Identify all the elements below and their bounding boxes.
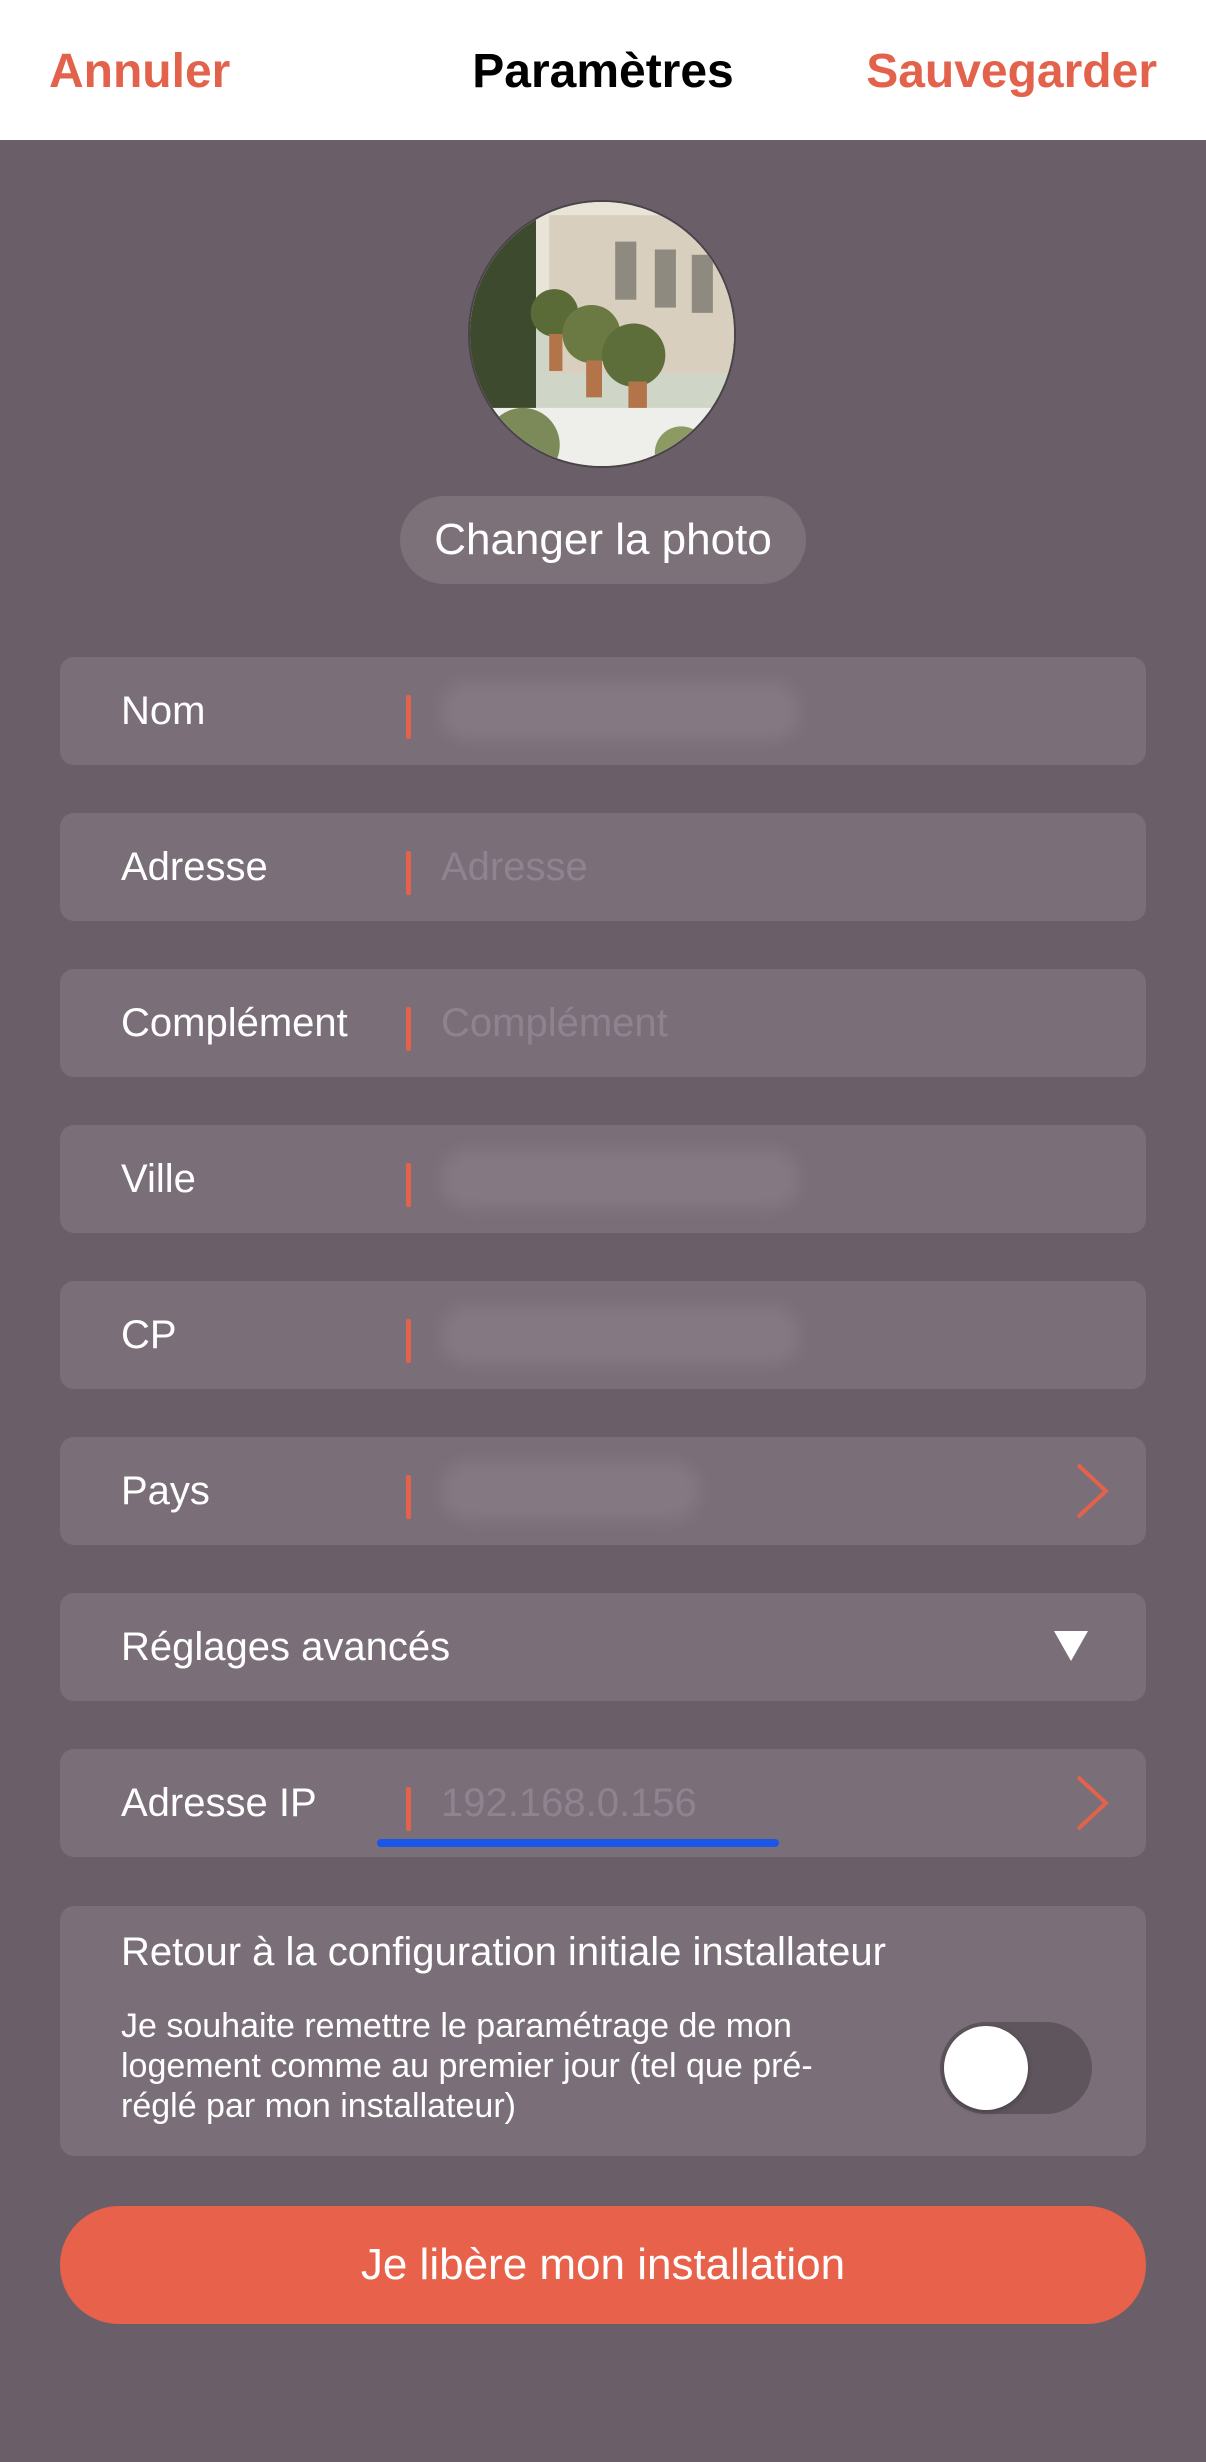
complement-label: Complément [121,1001,348,1045]
city-label: Ville [121,1157,196,1201]
cancel-button[interactable]: Annuler [49,44,230,99]
text-cursor [406,1475,411,1519]
chevron-right-icon[interactable] [1072,1461,1112,1521]
text-cursor [406,1787,411,1831]
release-installation-button[interactable]: Je libère mon installation [60,2206,1146,2324]
top-navigation-bar: Annuler Paramètres Sauvegarder [0,0,1206,140]
home-photo[interactable] [468,200,736,468]
postal-code-field[interactable]: CP [60,1281,1146,1389]
redacted-value [440,1149,800,1209]
advanced-settings-label: Réglages avancés [121,1625,451,1669]
country-label: Pays [121,1469,210,1513]
reset-config-description: Je souhaite remettre le paramétrage de m… [121,2007,813,2125]
reset-config-card: Retour à la configuration initiale insta… [60,1906,1146,2156]
city-field[interactable]: Ville [60,1125,1146,1233]
address-field[interactable]: Adresse Adresse [60,813,1146,921]
save-button[interactable]: Sauvegarder [866,44,1157,99]
country-field[interactable]: Pays [60,1437,1146,1545]
name-label: Nom [121,689,206,733]
focus-underline [377,1839,779,1847]
toggle-knob [944,2026,1028,2110]
redacted-value [440,1305,800,1365]
reset-config-toggle[interactable] [940,2022,1092,2114]
text-cursor [406,851,411,895]
postal-code-label: CP [121,1313,177,1357]
advanced-settings-row[interactable]: Réglages avancés [60,1593,1146,1701]
ip-address-label: Adresse IP [121,1781,317,1825]
redacted-value [440,681,800,741]
text-cursor [406,1319,411,1363]
reset-config-title: Retour à la configuration initiale insta… [121,1930,886,1974]
address-label: Adresse [121,845,268,889]
complement-input[interactable]: Complément [441,969,668,1077]
complement-field[interactable]: Complément Complément [60,969,1146,1077]
text-cursor [406,1163,411,1207]
name-field[interactable]: Nom [60,657,1146,765]
address-input[interactable]: Adresse [441,813,588,921]
redacted-value [440,1461,700,1521]
chevron-right-icon[interactable] [1072,1773,1112,1833]
text-cursor [406,1007,411,1051]
triangle-down-icon [1054,1631,1088,1661]
text-cursor [406,695,411,739]
change-photo-button[interactable]: Changer la photo [400,496,806,584]
